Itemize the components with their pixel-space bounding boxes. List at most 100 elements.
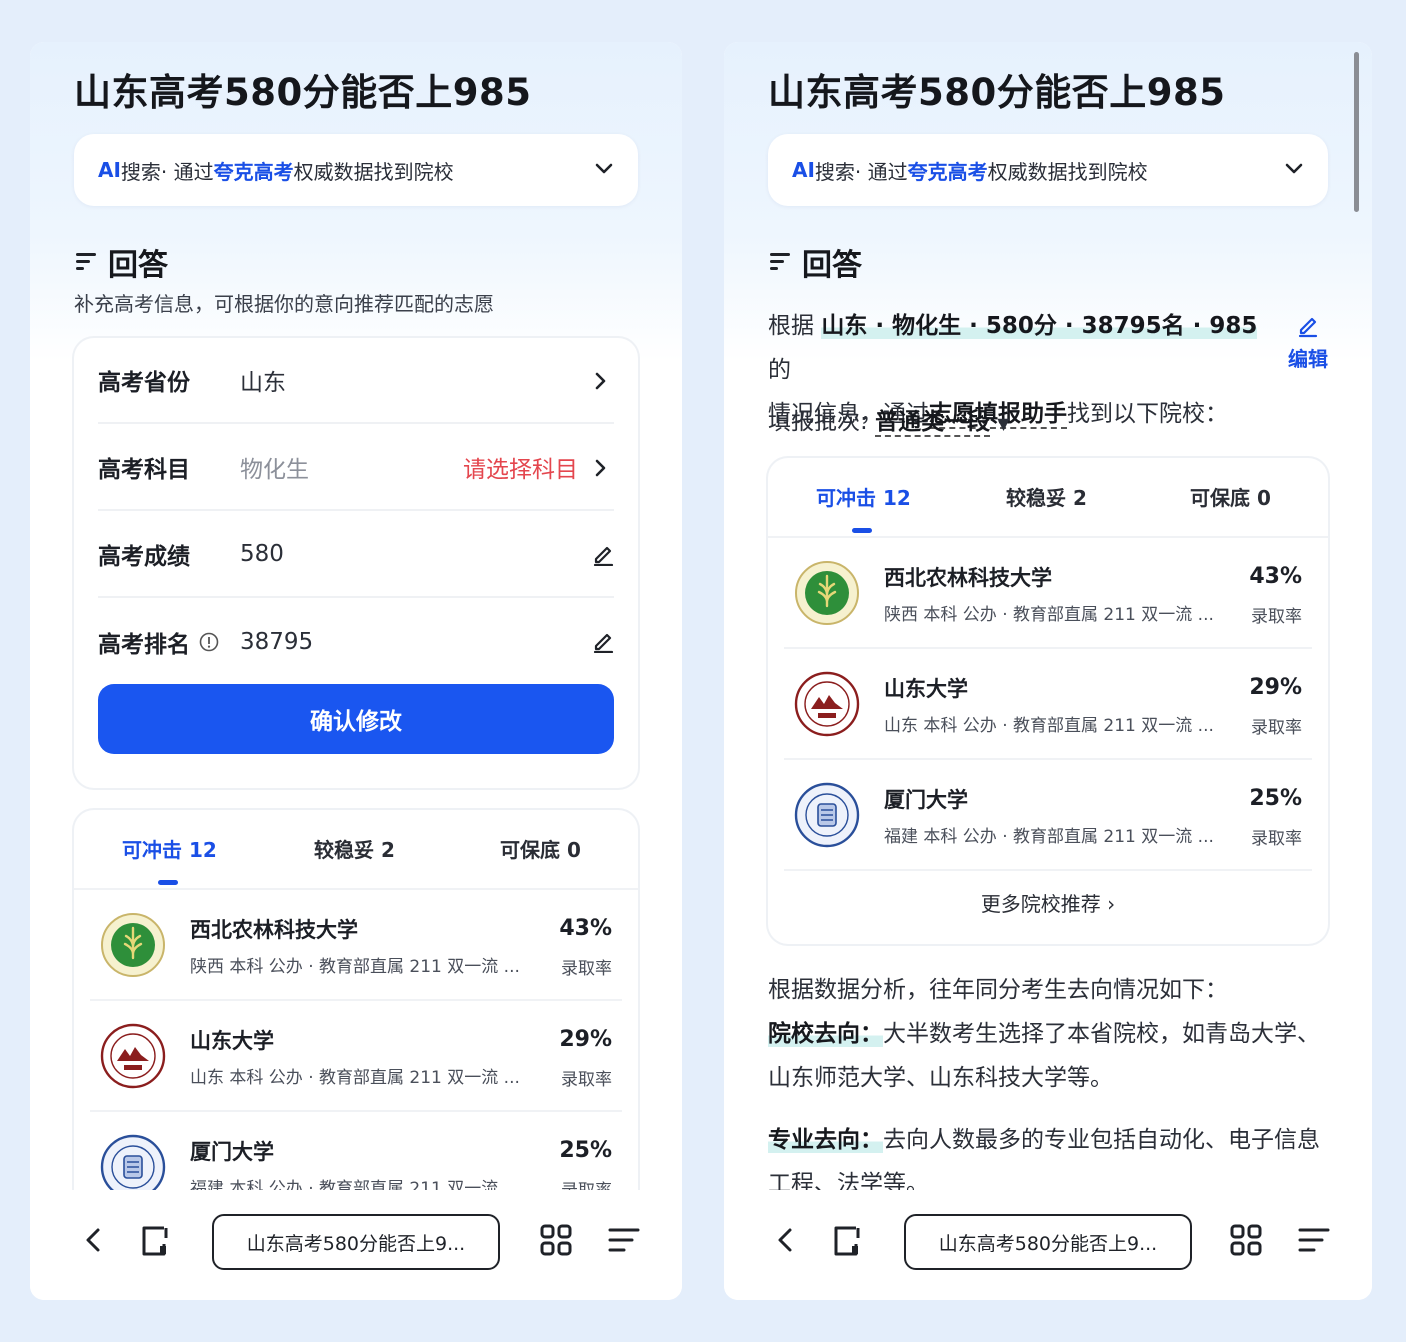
list-item[interactable]: 厦门大学 福建 本科 公办 · 教育部直属 211 双一流 ... 25% 录取… <box>784 760 1312 871</box>
admission-rate-label: 录取率 <box>561 959 612 979</box>
province-row[interactable]: 高考省份 山东 <box>98 338 614 424</box>
back-icon[interactable] <box>74 1220 114 1260</box>
ai-search-bar[interactable]: AI 搜索 · 通过 夸克高考 权威数据找到院校 <box>74 134 638 206</box>
rank-label: 高考排名 <box>98 625 240 659</box>
answer-heading-text: 回答 <box>802 248 862 283</box>
analysis-text: 根据数据分析，往年同分考生去向情况如下： 院校去向：大半数考生选择了本省院校，如… <box>768 968 1332 1190</box>
menu-icon[interactable] <box>1294 1220 1334 1260</box>
menu-icon[interactable] <box>604 1220 644 1260</box>
right-screen: 山东高考580分能否上985 AI 搜索 · 通过 夸克高考 权威数据找到院校 回答 … <box>724 42 1372 1300</box>
school-destination-label: 院校去向： <box>768 1021 883 1047</box>
sdu-logo-icon <box>100 1023 166 1089</box>
ai-bar-sep: · 通过 <box>160 159 214 184</box>
rank-row[interactable]: 高考排名 38795 <box>98 599 614 685</box>
university-name: 山东大学 <box>190 1029 274 1053</box>
ai-search-bar[interactable]: AI 搜索 · 通过 夸克高考 权威数据找到院校 <box>768 134 1328 206</box>
info-tags[interactable]: 山东 · 物化生 · 580分 · 38795名 · 985 <box>821 313 1258 339</box>
ai-search-label: 搜索 <box>814 159 855 184</box>
answer-heading: 回答 <box>768 240 862 284</box>
university-meta: 陕西 本科 公办 · 教育部直属 211 双一流 ... <box>190 957 520 977</box>
tab-stable[interactable]: 较稳妥 2 <box>314 834 395 863</box>
info-icon[interactable] <box>198 631 220 653</box>
subject-warning: 请选择科目 <box>463 457 578 483</box>
list-item[interactable]: 山东大学 山东 本科 公办 · 教育部直属 211 双一流 ... 29% 录取… <box>784 649 1312 760</box>
right-content: 山东高考580分能否上985 AI 搜索 · 通过 夸克高考 权威数据找到院校 回答 … <box>724 42 1372 1190</box>
subject-row[interactable]: 高考科目 物化生 请选择科目 <box>98 425 614 511</box>
subject-value: 物化生 <box>240 457 309 483</box>
university-meta: 福建 本科 公办 · 教育部直属 211 双一流 ... <box>884 827 1214 847</box>
nwafu-logo-icon <box>795 561 859 625</box>
tab-indicator <box>158 880 178 885</box>
university-meta: 山东 本科 公办 · 教育部直属 211 双一流 ... <box>884 716 1214 736</box>
admission-rate: 43% <box>1249 564 1302 589</box>
university-name: 西北农林科技大学 <box>884 566 1052 590</box>
nwafu-logo-icon <box>101 913 165 977</box>
ai-label: AI <box>98 158 121 182</box>
score-row[interactable]: 高考成绩 580 <box>98 512 614 598</box>
batch-row[interactable]: 填报批次: 普通类一段 ▼ <box>768 400 1332 446</box>
apps-grid-icon[interactable] <box>536 1220 576 1260</box>
confirm-button[interactable]: 确认修改 <box>98 684 614 754</box>
query-pill[interactable]: 山东高考580分能否上9... <box>904 1214 1192 1270</box>
answer-subtitle: 补充高考信息，可根据你的意向推荐匹配的志愿 <box>74 292 494 316</box>
list-item[interactable]: 山东大学 山东 本科 公办 · 教育部直属 211 双一流 ... 29% 录取… <box>90 1001 622 1112</box>
admission-rate-label: 录取率 <box>1251 829 1302 849</box>
caret-down-icon[interactable]: ▼ <box>997 414 1009 433</box>
apps-grid-icon[interactable] <box>1226 1220 1266 1260</box>
query-pill[interactable]: 山东高考580分能否上9... <box>212 1214 500 1270</box>
bottom-toolbar: 山东高考580分能否上9... <box>30 1190 682 1300</box>
university-name: 厦门大学 <box>884 788 968 812</box>
chevron-down-icon[interactable] <box>1282 156 1306 180</box>
list-item[interactable]: 西北农林科技大学 陕西 本科 公办 · 教育部直属 211 双一流 ... 43… <box>90 890 622 1001</box>
brand-link[interactable]: 夸克高考 <box>908 156 988 185</box>
chevron-down-icon[interactable] <box>592 156 616 180</box>
brand-link[interactable]: 夸克高考 <box>214 156 294 185</box>
ai-bar-text: 权威数据找到院校 <box>987 159 1148 184</box>
pencil-icon[interactable] <box>592 629 614 653</box>
list-item[interactable]: 西北农林科技大学 陕西 本科 公办 · 教育部直属 211 双一流 ... 43… <box>784 538 1312 649</box>
list-item[interactable]: 厦门大学 福建 本科 公办 · 教育部直属 211 双一流 ... 25% 录取… <box>90 1112 622 1190</box>
province-value: 山东 <box>240 370 286 396</box>
tab-safe[interactable]: 可保底 0 <box>500 834 581 863</box>
edit-button[interactable]: 编辑 <box>1284 314 1332 372</box>
answer-heading-text: 回答 <box>108 248 168 283</box>
page-title: 山东高考580分能否上985 <box>768 71 1226 114</box>
university-list: 西北农林科技大学 陕西 本科 公办 · 教育部直属 211 双一流 ... 43… <box>768 538 1328 871</box>
tab-switch-icon[interactable] <box>136 1220 176 1260</box>
university-meta: 山东 本科 公办 · 教育部直属 211 双一流 ... <box>190 1068 520 1088</box>
left-content: 山东高考580分能否上985 AI 搜索 · 通过 夸克高考 权威数据找到院校 回答 … <box>30 42 682 1190</box>
tab-stable[interactable]: 较稳妥 2 <box>1006 482 1087 511</box>
analysis-intro: 根据数据分析，往年同分考生去向情况如下： <box>768 977 1228 1003</box>
recommendation-card: 可冲击 12 较稳妥 2 可保底 0 西北农林科技大学 陕西 本科 公办 · 教… <box>74 810 638 1190</box>
answer-lines-icon <box>770 253 790 270</box>
university-meta: 陕西 本科 公办 · 教育部直属 211 双一流 ... <box>884 605 1214 625</box>
rank-value[interactable]: 38795 <box>240 629 313 655</box>
xmu-logo-icon <box>100 1134 166 1190</box>
score-label: 高考成绩 <box>98 544 190 570</box>
rank-label-text: 高考排名 <box>98 632 190 658</box>
more-schools-link[interactable]: 更多院校推荐 › <box>768 888 1328 917</box>
tab-reach[interactable]: 可冲击 12 <box>122 834 217 863</box>
major-destination: 专业去向：去向人数最多的专业包括自动化、电子信息工程、法学等。 <box>768 1118 1332 1190</box>
admission-rate-label: 录取率 <box>1251 718 1302 738</box>
tab-reach[interactable]: 可冲击 12 <box>816 482 911 511</box>
subject-label: 高考科目 <box>98 457 190 483</box>
pencil-icon[interactable] <box>592 542 614 566</box>
ai-bar-sep: · 通过 <box>854 159 908 184</box>
pencil-icon <box>1298 317 1318 338</box>
university-meta: 福建 本科 公办 · 教育部直属 211 双一流 ... <box>190 1179 520 1190</box>
admission-rate: 25% <box>559 1138 612 1163</box>
tab-switch-icon[interactable] <box>828 1220 868 1260</box>
admission-rate-label: 录取率 <box>561 1070 612 1090</box>
school-destination: 院校去向：大半数考生选择了本省院校，如青岛大学、山东师范大学、山东科技大学等。 <box>768 1012 1332 1100</box>
batch-value[interactable]: 普通类一段 <box>875 409 991 437</box>
answer-lines-icon <box>76 253 96 270</box>
university-name: 山东大学 <box>884 677 968 701</box>
tab-safe[interactable]: 可保底 0 <box>1190 482 1271 511</box>
tier-tabs: 可冲击 12 较稳妥 2 可保底 0 <box>768 458 1328 538</box>
batch-label: 填报批次: <box>768 409 876 435</box>
back-icon[interactable] <box>766 1220 806 1260</box>
ai-search-label: 搜索 <box>120 159 161 184</box>
score-value[interactable]: 580 <box>240 541 284 567</box>
edit-label: 编辑 <box>1288 347 1328 371</box>
